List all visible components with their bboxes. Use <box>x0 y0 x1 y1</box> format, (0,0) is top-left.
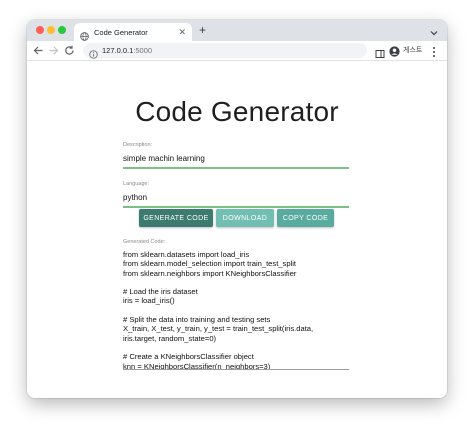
language-label: Language: <box>123 181 149 187</box>
language-field[interactable]: Language: python <box>123 181 349 208</box>
maximize-window-button[interactable] <box>58 26 66 34</box>
code-line: from sklearn.model_selection import trai… <box>123 259 297 269</box>
code-line: # Split the data into training and testi… <box>123 315 271 325</box>
download-button[interactable]: DOWNLOAD <box>216 209 274 227</box>
sidebar-panel-icon[interactable] <box>375 46 385 58</box>
tab-strip: Code Generator ✕ + <box>27 20 447 41</box>
language-input[interactable]: python <box>123 193 349 202</box>
description-underline <box>123 167 349 169</box>
generated-code-output[interactable]: from sklearn.datasets import load_iris f… <box>123 250 349 370</box>
info-icon[interactable] <box>89 46 98 59</box>
generate-code-button[interactable]: GENERATE CODE <box>139 209 213 227</box>
url-port: :5000 <box>133 46 153 55</box>
code-line: iris = load_iris() <box>123 296 175 306</box>
description-label: Description: <box>123 142 153 148</box>
code-line: # Create a KNeighborsClassifier object <box>123 352 254 362</box>
description-field[interactable]: Description: simple machin learning <box>123 142 349 169</box>
url-text: 127.0.0.1:5000 <box>102 46 152 55</box>
code-line: iris.target, random_state=0) <box>123 333 217 343</box>
back-arrow-icon[interactable] <box>32 44 45 57</box>
browser-toolbar: 127.0.0.1:5000 게스트 <box>27 41 447 61</box>
reload-icon[interactable] <box>63 44 76 57</box>
globe-icon <box>80 28 89 41</box>
tab-close-icon[interactable]: ✕ <box>178 27 186 37</box>
tab-title: Code Generator <box>94 27 148 37</box>
avatar-icon <box>389 44 400 57</box>
generated-code-label: Generated Code: <box>123 239 166 245</box>
browser-window: Code Generator ✕ + 127.0.0.1:5000 게스트 Co… <box>27 20 447 398</box>
close-window-button[interactable] <box>36 26 44 34</box>
language-underline <box>123 206 349 208</box>
browser-tab[interactable]: Code Generator ✕ <box>74 23 192 41</box>
page-content: Code Generator Description: simple machi… <box>27 62 447 398</box>
description-input[interactable]: simple machin learning <box>123 154 349 163</box>
forward-arrow-icon[interactable] <box>47 44 60 57</box>
profile-name: 게스트 <box>403 46 423 54</box>
code-line: X_train, X_test, y_train, y_test = train… <box>123 324 314 334</box>
profile-button[interactable]: 게스트 <box>389 44 423 57</box>
copy-code-button[interactable]: COPY CODE <box>277 209 334 227</box>
new-tab-button[interactable]: + <box>199 24 206 36</box>
address-bar[interactable]: 127.0.0.1:5000 <box>83 43 367 59</box>
minimize-window-button[interactable] <box>47 26 55 34</box>
code-line: from sklearn.datasets import load_iris <box>123 250 250 259</box>
url-host: 127.0.0.1 <box>102 46 134 55</box>
code-output-underline <box>123 369 349 370</box>
code-line: from sklearn.neighbors import KNeighbors… <box>123 268 297 278</box>
page-title: Code Generator <box>135 96 339 127</box>
chevron-down-icon[interactable] <box>429 25 439 36</box>
more-options-icon[interactable] <box>432 45 436 57</box>
code-line: # Load the iris dataset <box>123 287 198 297</box>
